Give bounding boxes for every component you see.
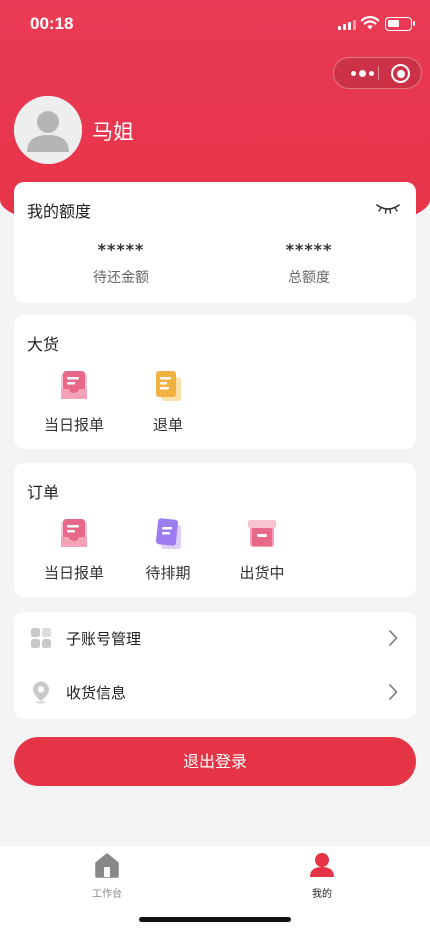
tab-workbench[interactable]: 工作台 (67, 852, 147, 900)
default-avatar-icon (14, 96, 82, 164)
orders-card: 订单 当日报单 待排期 出货中 (14, 463, 416, 597)
tab-mine-label: 我的 (312, 889, 332, 900)
quota-title: 我的额度 (27, 202, 92, 221)
report-tray-icon (61, 519, 87, 547)
report-tray-icon (61, 371, 87, 399)
tab-workbench-label: 工作台 (92, 889, 122, 900)
menu-shipping-address-label: 收货信息 (66, 684, 127, 702)
total-quota[interactable]: ***** 总额度 (234, 240, 384, 287)
user-icon (310, 853, 334, 877)
goods-daily-report[interactable]: 当日报单 (29, 369, 119, 435)
goods-refund-label: 退单 (152, 416, 183, 434)
quota-card: 我的额度 ***** 待还金额 ***** 总额度 (14, 182, 416, 303)
menu-sub-account[interactable]: 子账号管理 (14, 612, 416, 664)
home-indicator (139, 917, 291, 922)
goods-daily-report-label: 当日报单 (43, 416, 104, 434)
battery-icon (385, 17, 415, 31)
home-icon (95, 853, 119, 878)
orders-shipping[interactable]: 出货中 (217, 517, 307, 583)
signal-icon (338, 20, 356, 30)
menu-card: 子账号管理 收货信息 (14, 612, 416, 719)
close-miniprogram-icon[interactable] (391, 64, 410, 83)
pending-repayment[interactable]: ***** 待还金额 (46, 240, 196, 287)
orders-pending-schedule[interactable]: 待排期 (123, 517, 213, 583)
orders-daily-report-label: 当日报单 (43, 564, 104, 582)
miniprogram-capsule (333, 57, 422, 89)
orders-title: 订单 (27, 483, 60, 502)
status-time: 00:18 (30, 14, 74, 33)
pending-repayment-value: ***** (97, 240, 145, 259)
menu-shipping-address[interactable]: 收货信息 (14, 666, 416, 718)
user-name: 马姐 (92, 120, 134, 144)
menu-sub-account-label: 子账号管理 (66, 630, 142, 648)
pending-repayment-label: 待还金额 (93, 270, 149, 286)
orders-daily-report[interactable]: 当日报单 (29, 517, 119, 583)
wifi-icon (360, 16, 380, 30)
goods-title: 大货 (27, 335, 60, 354)
tab-mine[interactable]: 我的 (282, 852, 362, 900)
chevron-right-icon (389, 630, 398, 646)
goods-card: 大货 当日报单 退单 (14, 315, 416, 449)
refund-document-icon (156, 371, 181, 401)
orders-pending-schedule-label: 待排期 (145, 564, 191, 582)
chevron-right-icon (389, 684, 398, 700)
avatar[interactable] (14, 96, 82, 164)
total-quota-label: 总额度 (288, 270, 330, 286)
schedule-document-icon (155, 518, 181, 549)
shipping-box-icon (248, 520, 276, 547)
logout-button[interactable]: 退出登录 (14, 737, 416, 786)
more-options-icon[interactable] (346, 58, 378, 88)
location-pin-icon (33, 681, 49, 704)
total-quota-value: ***** (285, 240, 333, 259)
eye-closed-icon[interactable] (376, 202, 400, 216)
orders-shipping-label: 出货中 (239, 564, 285, 582)
capsule-divider (378, 66, 379, 80)
status-bar: 00:18 (0, 0, 430, 50)
grid-apps-icon (31, 628, 51, 648)
goods-refund[interactable]: 退单 (123, 369, 213, 435)
